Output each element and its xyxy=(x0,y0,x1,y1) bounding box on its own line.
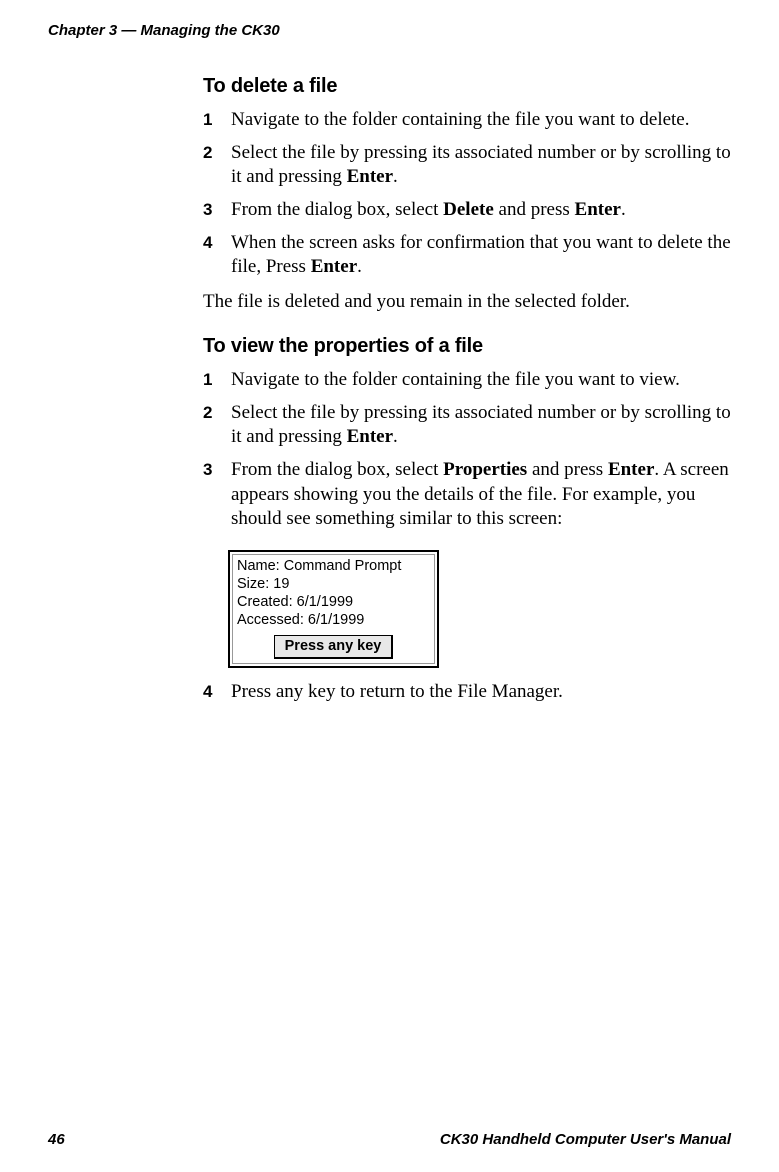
prop-created: Created: 6/1/1999 xyxy=(237,593,430,611)
step-number: 4 xyxy=(203,681,223,703)
steps-view-properties: 1 Navigate to the folder containing the … xyxy=(203,368,731,532)
page-header: Chapter 3 — Managing the CK30 xyxy=(48,22,731,39)
steps-delete-file: 1 Navigate to the folder containing the … xyxy=(203,108,731,280)
page-footer: 46 CK30 Handheld Computer User's Manual xyxy=(48,1131,731,1148)
step-text: . xyxy=(621,199,626,220)
bold-text: Enter xyxy=(608,459,654,480)
properties-screenshot: Name: Command Prompt Size: 19 Created: 6… xyxy=(228,550,439,668)
page: Chapter 3 — Managing the CK30 To delete … xyxy=(0,0,779,1172)
bold-text: Delete xyxy=(443,199,494,220)
step: 2 Select the file by pressing its associ… xyxy=(203,141,731,190)
heading-view-properties: To view the properties of a file xyxy=(203,335,731,358)
step-text: Navigate to the folder containing the fi… xyxy=(231,369,680,390)
step-number: 2 xyxy=(203,402,223,424)
step-text: When the screen asks for confirmation th… xyxy=(231,232,731,278)
step: 3 From the dialog box, select Properties… xyxy=(203,458,731,532)
step-number: 4 xyxy=(203,232,223,254)
step-text: . xyxy=(357,256,362,277)
step: 3 From the dialog box, select Delete and… xyxy=(203,198,731,223)
step-number: 3 xyxy=(203,459,223,481)
bold-text: Properties xyxy=(443,459,527,480)
step-text: Navigate to the folder containing the fi… xyxy=(231,109,690,130)
step-number: 1 xyxy=(203,109,223,131)
step-text: Press any key to return to the File Mana… xyxy=(231,681,563,702)
step-text: and press xyxy=(527,459,608,480)
step: 4 Press any key to return to the File Ma… xyxy=(203,680,731,705)
step-text: Select the file by pressing its associat… xyxy=(231,142,731,188)
press-any-key-button[interactable]: Press any key xyxy=(274,635,394,658)
prop-accessed: Accessed: 6/1/1999 xyxy=(237,611,430,629)
step-text: . xyxy=(393,426,398,447)
step: 4 When the screen asks for confirmation … xyxy=(203,231,731,280)
step: 2 Select the file by pressing its associ… xyxy=(203,401,731,450)
screenshot-window: Name: Command Prompt Size: 19 Created: 6… xyxy=(232,554,435,664)
bold-text: Enter xyxy=(347,426,393,447)
step-text: and press xyxy=(494,199,575,220)
step-text: . xyxy=(393,166,398,187)
step-number: 3 xyxy=(203,199,223,221)
manual-title: CK30 Handheld Computer User's Manual xyxy=(440,1131,731,1148)
paragraph: The file is deleted and you remain in th… xyxy=(203,290,731,315)
bold-text: Enter xyxy=(347,166,393,187)
bold-text: Enter xyxy=(311,256,357,277)
page-number: 46 xyxy=(48,1131,65,1148)
bold-text: Enter xyxy=(575,199,621,220)
prop-size: Size: 19 xyxy=(237,575,430,593)
step-text: Select the file by pressing its associat… xyxy=(231,402,731,448)
step-text: From the dialog box, select xyxy=(231,199,443,220)
heading-delete-file: To delete a file xyxy=(203,75,731,98)
content-area: To delete a file 1 Navigate to the folde… xyxy=(203,75,731,704)
step: 1 Navigate to the folder containing the … xyxy=(203,368,731,393)
step: 1 Navigate to the folder containing the … xyxy=(203,108,731,133)
step-number: 1 xyxy=(203,369,223,391)
button-row: Press any key xyxy=(237,635,430,658)
step-number: 2 xyxy=(203,142,223,164)
steps-view-properties-continued: 4 Press any key to return to the File Ma… xyxy=(203,680,731,705)
step-text: From the dialog box, select xyxy=(231,459,443,480)
prop-name: Name: Command Prompt xyxy=(237,557,430,575)
